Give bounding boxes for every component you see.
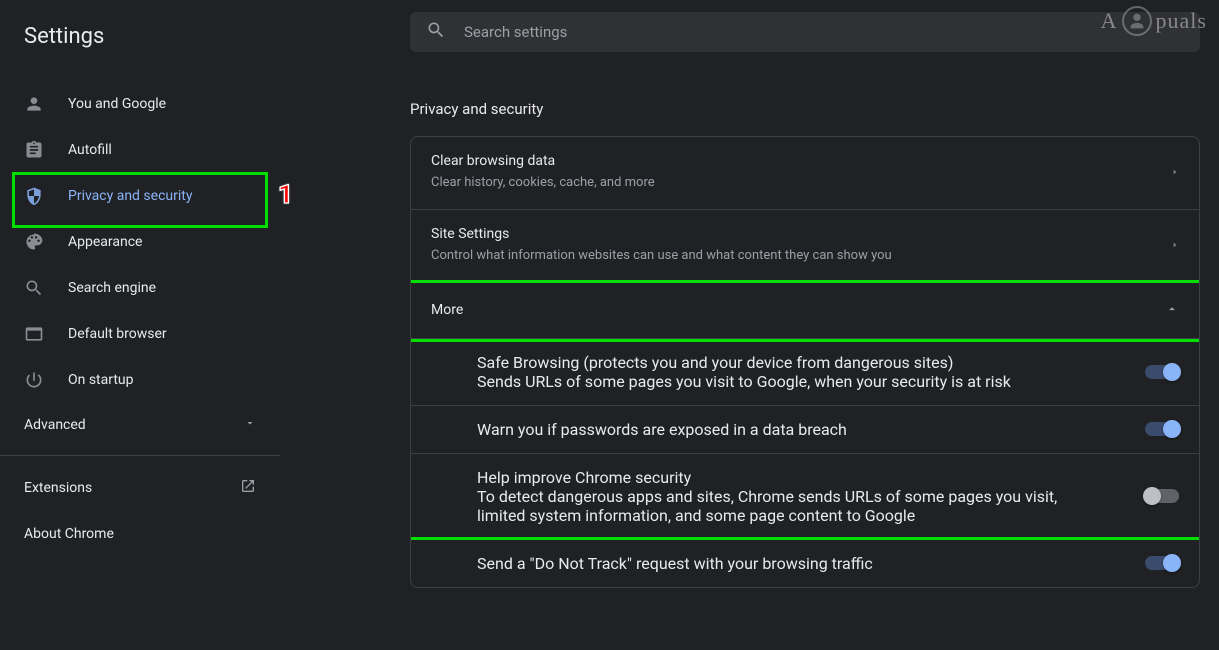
mascot-icon [1122,6,1152,36]
sidebar-item-autofill[interactable]: Autofill [0,127,280,173]
chevron-right-icon [1171,163,1179,182]
sidebar-item-label: Appearance [68,234,142,250]
toggle-switch[interactable] [1145,422,1179,436]
divider [0,455,280,456]
sidebar-advanced[interactable]: Advanced [0,403,280,447]
search-input[interactable] [464,23,1184,41]
row-label: Clear browsing data [431,153,655,169]
sidebar-item-label: You and Google [68,96,166,112]
toggle-desc: Sends URLs of some pages you visit to Go… [477,372,1011,391]
section-title: Privacy and security [410,100,1207,118]
toggle-label: Safe Browsing (protects you and your dev… [477,353,1011,372]
sidebar: Settings You and Google Autofill Privacy… [0,0,280,650]
main-content: A puals Privacy and security Clear brows… [280,0,1219,650]
clipboard-icon [24,140,44,160]
sidebar-item-you-and-google[interactable]: You and Google [0,81,280,127]
toggle-switch[interactable] [1145,489,1179,503]
more-sublist: Safe Browsing (protects you and your dev… [411,339,1199,587]
row-desc: Control what information websites can us… [431,247,892,266]
privacy-card: Clear browsing data Clear history, cooki… [410,136,1200,588]
row-more[interactable]: More [411,283,1199,339]
search-bar[interactable] [410,12,1200,52]
row-clear-browsing-data[interactable]: Clear browsing data Clear history, cooki… [411,137,1199,210]
row-label: More [431,302,463,318]
chevron-down-icon [244,417,256,433]
row-site-settings[interactable]: Site Settings Control what information w… [411,210,1199,283]
toggle-label: Help improve Chrome security [477,468,1097,487]
sidebar-item-default-browser[interactable]: Default browser [0,311,280,357]
row-desc: Clear history, cookies, cache, and more [431,174,655,193]
sidebar-item-appearance[interactable]: Appearance [0,219,280,265]
open-external-icon [240,478,256,498]
browser-icon [24,324,44,344]
sidebar-item-label: Privacy and security [68,188,192,204]
palette-icon [24,232,44,252]
page-title: Settings [0,16,280,73]
sidebar-about-label: About Chrome [24,526,114,542]
search-icon [24,278,44,298]
power-icon [24,370,44,390]
sidebar-nav: You and Google Autofill Privacy and secu… [0,73,280,403]
toggle-label: Warn you if passwords are exposed in a d… [477,420,847,439]
shield-icon [24,186,44,206]
toggle-safe-browsing[interactable]: Safe Browsing (protects you and your dev… [411,339,1199,406]
sidebar-about-chrome[interactable]: About Chrome [0,512,280,556]
search-icon [426,20,446,44]
sidebar-item-label: On startup [68,372,134,388]
row-label: Site Settings [431,226,892,242]
toggle-desc: To detect dangerous apps and sites, Chro… [477,487,1097,525]
sidebar-extensions-label: Extensions [24,480,92,496]
watermark: A puals [1101,6,1207,36]
toggle-password-breach-warning[interactable]: Warn you if passwords are exposed in a d… [411,406,1199,454]
chevron-up-icon [1165,301,1179,320]
sidebar-item-label: Autofill [68,142,112,158]
toggle-label: Send a "Do Not Track" request with your … [477,554,873,573]
sidebar-item-on-startup[interactable]: On startup [0,357,280,403]
sidebar-item-search-engine[interactable]: Search engine [0,265,280,311]
sidebar-advanced-label: Advanced [24,417,86,433]
sidebar-item-privacy-security[interactable]: Privacy and security [0,173,280,219]
toggle-switch[interactable] [1145,365,1179,379]
toggle-help-improve-security[interactable]: Help improve Chrome security To detect d… [411,454,1199,540]
sidebar-item-label: Search engine [68,280,156,296]
toggle-switch[interactable] [1145,556,1179,570]
sidebar-item-label: Default browser [68,326,167,342]
person-icon [24,94,44,114]
sidebar-extensions[interactable]: Extensions [0,464,280,512]
chevron-right-icon [1171,236,1179,255]
toggle-do-not-track[interactable]: Send a "Do Not Track" request with your … [411,540,1199,587]
